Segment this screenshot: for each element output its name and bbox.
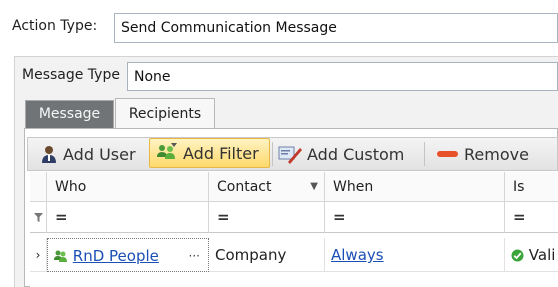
row-expand-arrow[interactable]: › <box>30 238 47 272</box>
add-user-button[interactable]: Add User <box>40 139 136 169</box>
column-header-who[interactable]: Who <box>47 172 209 202</box>
add-custom-label: Add Custom <box>307 144 405 164</box>
column-filter-icon[interactable]: ▼ <box>310 172 318 202</box>
remove-label: Remove <box>464 144 529 164</box>
table-row-when-cell[interactable]: Always <box>325 238 505 272</box>
table-row-contact-cell[interactable]: Company <box>209 238 325 272</box>
filter-cell-contact[interactable]: = <box>209 202 325 233</box>
when-link[interactable]: Always <box>331 246 384 264</box>
remove-button[interactable]: Remove <box>437 139 529 169</box>
action-type-field[interactable]: Send Communication Message <box>114 13 558 43</box>
column-header-contact[interactable]: Contact ▼ <box>209 172 325 202</box>
status-text: Vali <box>528 246 556 264</box>
toolbar-divider <box>424 142 425 166</box>
row-indicator-header <box>30 172 47 202</box>
funnel-icon <box>33 213 43 222</box>
check-status-icon <box>511 249 524 262</box>
action-type-label: Action Type: <box>12 18 98 34</box>
tab-message[interactable]: Message <box>25 100 114 128</box>
column-header-when[interactable]: When <box>325 172 505 202</box>
user-icon <box>42 146 56 163</box>
add-custom-button[interactable]: Add Custom <box>278 139 404 169</box>
tab-recipients[interactable]: Recipients <box>115 98 215 129</box>
filter-people-icon <box>54 250 67 262</box>
filter-cell-when[interactable]: = <box>325 202 505 233</box>
more-options-button[interactable]: ··· <box>189 239 200 271</box>
message-type-field[interactable]: None <box>127 62 558 91</box>
recipient-link[interactable]: RnD People <box>73 247 159 265</box>
table-row-is-cell[interactable]: Vali <box>505 238 558 272</box>
table-row-who-cell[interactable]: RnD People ··· <box>47 238 209 272</box>
add-filter-button[interactable]: Add Filter <box>149 138 270 168</box>
remove-icon <box>437 151 458 157</box>
filter-people-icon <box>157 143 177 159</box>
custom-edit-icon <box>278 146 302 164</box>
add-user-label: Add User <box>63 144 136 164</box>
column-header-contact-label: Contact <box>217 179 272 195</box>
toolbar-divider <box>272 142 273 166</box>
message-type-label: Message Type <box>22 67 120 83</box>
add-filter-label: Add Filter <box>183 143 259 163</box>
filter-cell-is[interactable]: = <box>505 202 558 233</box>
column-header-is[interactable]: Is <box>505 172 558 202</box>
filter-cell-who[interactable]: = <box>47 202 209 233</box>
filter-row-indicator <box>30 202 47 233</box>
